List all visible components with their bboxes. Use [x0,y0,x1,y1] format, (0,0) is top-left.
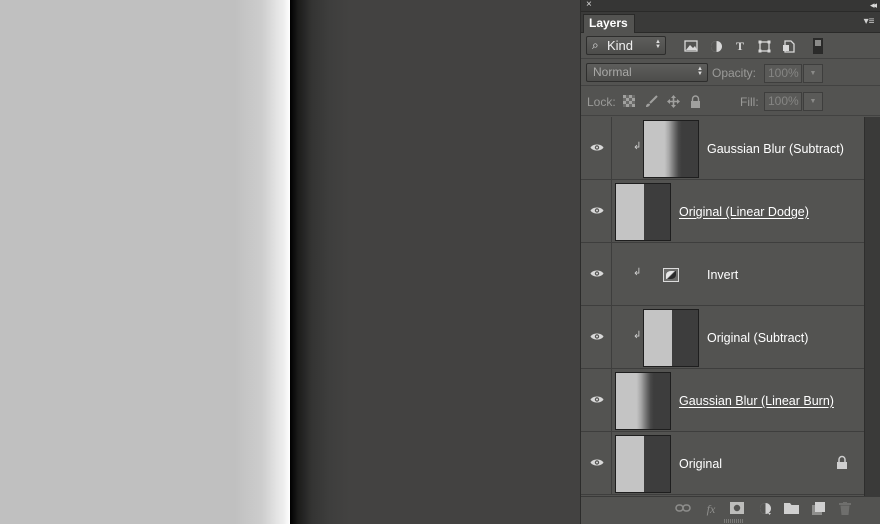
layer-name[interactable]: Original (Linear Dodge) [679,205,809,220]
clipping-mask-arrow-icon: ↲ [633,330,642,341]
visibility-toggle[interactable] [581,243,612,305]
new-group-icon[interactable] [783,502,799,516]
layers-panel: × ◂◂ Layers ▾≡ ⌕ Kind ▲ ▼ T Normal ▲ ▼ O… [580,0,880,524]
blend-row: Normal ▲ ▼ Opacity: 100% ▼ [581,59,880,86]
layer-thumbnail[interactable] [615,372,671,430]
layer-row[interactable]: ↲ Gaussian Blur (Subtract) [581,117,864,180]
visibility-toggle[interactable] [581,306,612,368]
layer-name[interactable]: Invert [707,268,738,283]
eye-icon [590,144,604,151]
eye-icon [590,459,604,466]
lock-pixels-brush-icon[interactable] [644,95,658,108]
fx-icon[interactable]: fx [703,502,719,516]
collapse-panel-icon[interactable]: ◂◂ [870,0,877,11]
filter-kind-dropdown[interactable]: ⌕ Kind ▲ ▼ [586,36,666,55]
canvas-light-half [0,0,290,524]
opacity-label: Opacity: [712,66,757,80]
dropdown-arrows-icon: ▲ ▼ [655,39,661,50]
layer-name[interactable]: Original (Subtract) [707,331,808,346]
opacity-field[interactable]: 100% [764,64,802,83]
tab-layers[interactable]: Layers [583,14,635,34]
lock-all-icon[interactable] [688,95,702,108]
eye-icon [590,207,604,214]
link-layers-icon[interactable] [675,502,691,516]
layer-lock-icon [837,455,847,469]
shape-layer-filter-icon[interactable] [757,40,771,53]
add-mask-icon[interactable] [729,502,745,516]
visibility-toggle[interactable] [581,117,612,179]
document-canvas[interactable] [0,0,580,524]
visibility-toggle[interactable] [581,369,612,431]
filter-kind-label: Kind [607,38,634,53]
fill-label: Fill: [740,95,759,109]
layers-bottom-toolbar: fx [581,496,880,524]
layer-thumbnail[interactable] [643,120,699,178]
panel-title-bar: × ◂◂ [581,0,880,12]
layer-row[interactable]: Original (Linear Dodge) [581,180,864,243]
type-layer-filter-icon[interactable]: T [733,40,747,53]
layers-scrollbar[interactable] [864,117,880,496]
layer-name[interactable]: Original [679,457,722,472]
lock-label: Lock: [587,95,616,109]
lock-transparency-icon[interactable] [622,95,636,108]
new-layer-icon[interactable] [810,502,826,516]
layer-thumbnail[interactable] [643,309,699,367]
eye-icon [590,270,604,277]
layers-list: ↲ Gaussian Blur (Subtract) Original (Lin… [581,117,864,496]
fill-field[interactable]: 100% [764,92,802,111]
close-panel-icon[interactable]: × [586,0,592,11]
filter-toggle-switch[interactable] [813,38,823,54]
blend-mode-value: Normal [593,65,632,79]
resize-grip[interactable] [724,519,744,523]
layer-row[interactable]: Gaussian Blur (Linear Burn) [581,369,864,432]
opacity-slider-arrow[interactable]: ▼ [803,64,823,83]
fill-slider-arrow[interactable]: ▼ [803,92,823,111]
eye-icon [590,333,604,340]
pixel-layer-filter-icon[interactable] [684,40,698,53]
clipping-mask-arrow-icon: ↲ [633,141,642,152]
magnifier-icon: ⌕ [592,38,599,52]
panel-tab-strip: Layers ▾≡ [581,12,880,34]
layer-thumbnail[interactable] [615,435,671,493]
eye-icon [590,396,604,403]
dropdown-arrows-icon: ▲ ▼ [697,66,703,77]
adjustment-layer-filter-icon[interactable] [709,40,723,53]
layer-row[interactable]: ↲ Invert [581,243,864,306]
panel-menu-icon[interactable]: ▾≡ [862,16,876,28]
smart-object-filter-icon[interactable] [781,40,795,53]
invert-adjustment-icon[interactable] [663,268,679,282]
lock-position-move-icon[interactable] [666,95,680,108]
canvas-dark-half [290,0,580,524]
visibility-toggle[interactable] [581,180,612,242]
layer-thumbnail[interactable] [615,183,671,241]
visibility-toggle[interactable] [581,432,612,494]
layer-name[interactable]: Gaussian Blur (Subtract) [707,142,844,157]
clipping-mask-arrow-icon: ↲ [633,267,642,278]
layer-row[interactable]: ↲ Original (Subtract) [581,306,864,369]
blend-mode-dropdown[interactable]: Normal ▲ ▼ [586,63,708,82]
layer-name[interactable]: Gaussian Blur (Linear Burn) [679,394,834,409]
delete-layer-icon[interactable] [837,502,853,516]
layer-filter-row: ⌕ Kind ▲ ▼ T [581,33,880,59]
new-adjustment-icon[interactable] [757,502,773,516]
layer-row[interactable]: Original [581,432,864,495]
lock-row: Lock: Fill: 100% ▼ [581,86,880,116]
